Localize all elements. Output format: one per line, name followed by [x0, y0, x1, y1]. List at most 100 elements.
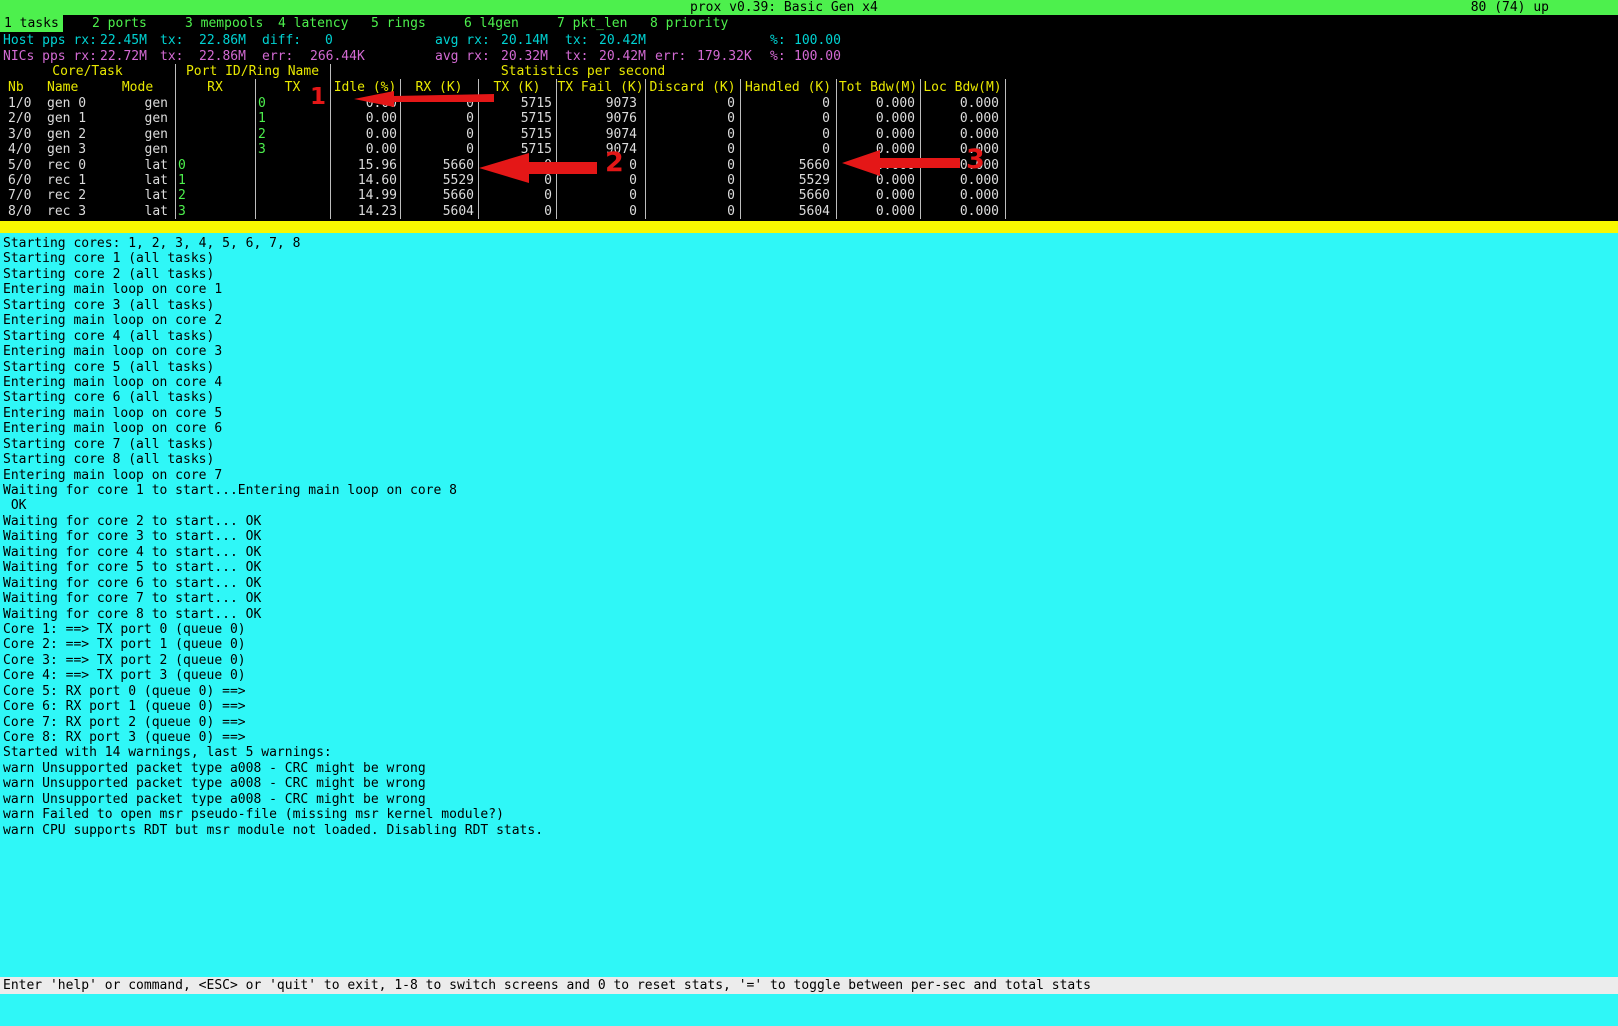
col-loc-bdw: Loc Bdw(M) — [920, 80, 1005, 96]
cell-core-task-id: 2/0 — [0, 111, 46, 126]
cell-handled: 0 — [740, 127, 836, 142]
tab-tasks[interactable]: 1 tasks — [0, 15, 63, 32]
log-line: Waiting for core 7 to start... OK — [3, 591, 1618, 606]
cell-idle-pct: 15.96 — [330, 158, 400, 173]
cell-mode: lat — [100, 173, 175, 188]
cell-core-task-id: 8/0 — [0, 204, 46, 219]
annotation-number-1: 1 — [310, 84, 326, 110]
cell-tx-k: 0 — [478, 204, 556, 219]
cell-task-name: gen 0 — [46, 96, 100, 111]
col-handled: Handled (K) — [740, 80, 836, 96]
tab-ports[interactable]: 2 ports — [92, 15, 147, 32]
prox-terminal-window: prox v0.39: Basic Gen x4 80 (74) up 1 ta… — [0, 0, 1618, 1026]
nics-avg-err-label: err: — [655, 49, 686, 65]
host-diff-value: 0 — [325, 33, 333, 49]
log-line: Entering main loop on core 3 — [3, 344, 1618, 359]
cell-loc-bdw: 0.000 — [920, 96, 1005, 111]
cell-rx-port: 2 — [175, 188, 255, 203]
cell-mode: lat — [100, 188, 175, 203]
cell-rx-k: 5529 — [400, 173, 478, 188]
cell-idle-pct: 14.99 — [330, 188, 400, 203]
cell-loc-bdw: 0.000 — [920, 204, 1005, 219]
cell-tx-port — [255, 158, 330, 173]
cell-rx-port — [175, 111, 255, 126]
cell-loc-bdw: 0.000 — [920, 111, 1005, 126]
cell-mode: gen — [100, 142, 175, 157]
tab-pkt-len[interactable]: 7 pkt_len — [557, 15, 627, 32]
cell-discard: 0 — [645, 173, 740, 188]
cell-rx-port — [175, 96, 255, 111]
host-pct-label: %: — [770, 33, 786, 49]
tab-latency[interactable]: 4 latency — [278, 15, 348, 32]
nics-avg-rx-label: avg rx: — [435, 49, 490, 65]
cell-tx-k: 0 — [478, 188, 556, 203]
col-tot-bdw: Tot Bdw(M) — [836, 80, 920, 96]
group-header-stats: Statistics per second — [330, 64, 836, 80]
nics-avg-tx-value: 20.42M — [599, 49, 646, 65]
console-log: Starting cores: 1, 2, 3, 4, 5, 6, 7, 8 S… — [0, 233, 1618, 977]
log-line: OK — [3, 498, 1618, 513]
annotation-arrow-1-icon — [352, 88, 497, 110]
title-bar: prox v0.39: Basic Gen x4 80 (74) up — [0, 0, 1618, 15]
host-diff-label: diff: — [262, 33, 301, 49]
log-line: Entering main loop on core 2 — [3, 313, 1618, 328]
log-line: Starting core 8 (all tasks) — [3, 452, 1618, 467]
table-row: 3/0 gen 2 gen 2 0.00 0 5715 9074 0 0 0.0… — [0, 127, 1005, 142]
cell-discard: 0 — [645, 204, 740, 219]
col-mode: Mode — [100, 80, 175, 96]
table-column-headers: Nb Name Mode RX TX Idle (%) RX (K) TX (K… — [0, 80, 1005, 96]
cell-discard: 0 — [645, 142, 740, 157]
cell-mode: lat — [100, 158, 175, 173]
nics-err-label: err: — [262, 49, 293, 65]
cell-loc-bdw: 0.000 — [920, 188, 1005, 203]
nics-tx-value: 22.86M — [199, 49, 246, 65]
log-line: Waiting for core 3 to start... OK — [3, 529, 1618, 544]
tab-priority[interactable]: 8 priority — [650, 15, 728, 32]
host-avg-tx-label: tx: — [565, 33, 588, 49]
host-rx-value: 22.45M — [100, 33, 147, 49]
cell-idle-pct: 14.60 — [330, 173, 400, 188]
log-line: Core 2: ==> TX port 1 (queue 0) — [3, 637, 1618, 652]
annotation-arrow-2-icon — [477, 151, 599, 185]
app-title: prox v0.39: Basic Gen x4 — [690, 0, 878, 15]
cell-tx-fail: 0 — [556, 204, 645, 219]
cell-task-name: rec 3 — [46, 204, 100, 219]
cell-core-task-id: 4/0 — [0, 142, 46, 157]
table-row: 7/0 rec 2 lat 2 14.99 5660 0 0 0 5660 0.… — [0, 188, 1005, 203]
nics-err-value: 266.44K — [310, 49, 365, 65]
host-pct-value: 100.00 — [794, 33, 841, 49]
annotation-number-2: 2 — [605, 147, 624, 178]
cell-tx-fail: 9076 — [556, 111, 645, 126]
cell-idle-pct: 0.00 — [330, 142, 400, 157]
cell-rx-port: 0 — [175, 158, 255, 173]
cell-core-task-id: 3/0 — [0, 127, 46, 142]
cell-task-name: rec 1 — [46, 173, 100, 188]
cell-rx-port: 1 — [175, 173, 255, 188]
tab-rings[interactable]: 5 rings — [371, 15, 426, 32]
table-divider — [330, 64, 331, 219]
host-pps-line: Host pps rx: 22.45M tx: 22.86M diff: 0 a… — [0, 33, 1618, 49]
cell-tx-port — [255, 188, 330, 203]
uptime-indicator: 80 (74) up — [1471, 0, 1549, 15]
nics-avg-err-value: 179.32K — [697, 49, 752, 65]
cell-mode: gen — [100, 111, 175, 126]
log-line: Waiting for core 1 to start...Entering m… — [3, 483, 1618, 498]
cell-handled: 5660 — [740, 158, 836, 173]
log-line: Entering main loop on core 6 — [3, 421, 1618, 436]
annotation-arrow-3-icon — [840, 148, 962, 178]
host-pps-label: Host pps rx: — [3, 33, 97, 49]
cell-discard: 0 — [645, 96, 740, 111]
screen-tabs: 1 tasks 2 ports 3 mempools 4 latency 5 r… — [0, 15, 1618, 32]
tab-mempools[interactable]: 3 mempools — [185, 15, 263, 32]
group-header-core-task: Core/Task — [0, 64, 175, 80]
col-rx: RX — [175, 80, 255, 96]
tab-l4gen[interactable]: 6 l4gen — [464, 15, 519, 32]
cell-tx-k: 5715 — [478, 127, 556, 142]
log-line: warn Unsupported packet type a008 - CRC … — [3, 761, 1618, 776]
table-divider — [255, 79, 256, 219]
cell-rx-k: 0 — [400, 142, 478, 157]
table-divider — [645, 79, 646, 219]
cell-mode: gen — [100, 96, 175, 111]
cell-handled: 0 — [740, 111, 836, 126]
table-row: 2/0 gen 1 gen 1 0.00 0 5715 9076 0 0 0.0… — [0, 111, 1005, 126]
